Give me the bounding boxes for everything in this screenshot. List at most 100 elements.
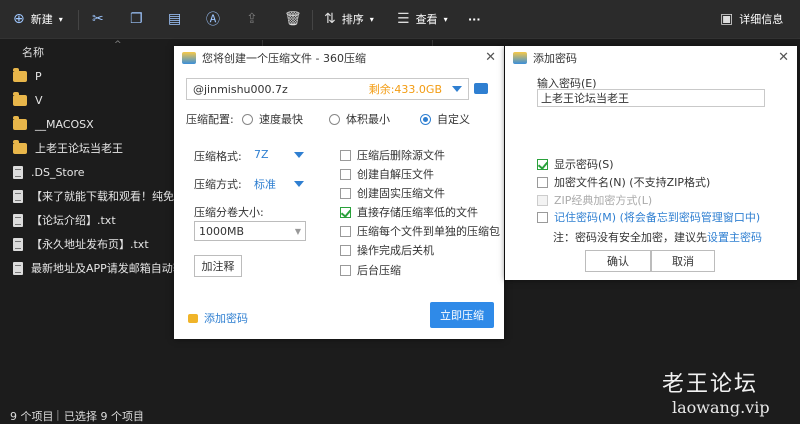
option-label: 直接存储压缩率低的文件: [357, 206, 478, 219]
encrypt-names-checkbox[interactable]: 加密文件名(N) (不支持ZIP格式): [537, 174, 710, 190]
option-label: 操作完成后关机: [357, 244, 434, 257]
file-name: .DS_Store: [31, 165, 85, 179]
chevron-down-icon: ▾: [443, 14, 448, 24]
app-icon: [182, 52, 196, 64]
file-name: 最新地址及APP请发邮箱自动获取: [31, 262, 180, 275]
file-icon: [13, 261, 23, 275]
file-row[interactable]: __MACOSX: [0, 112, 180, 136]
file-name: __MACOSX: [35, 117, 94, 131]
checkbox-icon: [340, 187, 351, 199]
remember-password-checkbox[interactable]: 记住密码(M) (将会备忘到密码管理窗口中): [537, 209, 760, 225]
file-name: 上老王论坛当老王: [35, 142, 123, 155]
sort-icon: ⇅: [324, 11, 336, 27]
sort-button[interactable]: ⇅ 排序 ▾: [324, 0, 374, 38]
archive-path-field[interactable]: @jinmishu000.7z 剩余:433.0GB: [186, 78, 469, 100]
split-size-combo[interactable]: 1000MB ▼: [194, 221, 306, 241]
compress-now-button[interactable]: 立即压缩: [430, 302, 494, 328]
file-row[interactable]: 【论坛介绍】.txt: [0, 208, 180, 232]
folder-icon: [13, 115, 27, 130]
view-label: 查看: [415, 13, 438, 26]
file-name: V: [35, 93, 43, 107]
lock-icon: [188, 313, 198, 323]
trash-icon: 🗑: [284, 11, 302, 27]
explorer-toolbar: ⊕ 新建 ▾ ✂ ❐ ▤ Ⓐ ⇪ 🗑 ⇅ 排序 ▾ ☰ 查看 ▾ ··· ▣ 详…: [0, 0, 800, 39]
chevron-down-icon: [294, 181, 304, 187]
selected-count: 已选择 9 个项目: [64, 410, 144, 423]
chevron-down-icon[interactable]: [452, 86, 462, 92]
more-icon: ···: [468, 12, 481, 26]
folder-icon: [13, 67, 27, 82]
file-row[interactable]: 最新地址及APP请发邮箱自动获取: [0, 256, 180, 280]
file-row[interactable]: P: [0, 64, 180, 88]
option-checkbox[interactable]: 创建自解压文件: [340, 166, 434, 182]
option-fastest[interactable]: 速度最快: [242, 111, 303, 127]
archive-path-value: @jinmishu000.7z: [193, 82, 288, 96]
method-label: 压缩方式:: [194, 178, 242, 191]
option-checkbox[interactable]: 压缩每个文件到单独的压缩包: [340, 223, 500, 239]
item-count: 9 个项目: [10, 410, 54, 423]
file-row[interactable]: 【永久地址发布页】.txt: [0, 232, 180, 256]
close-icon[interactable]: ✕: [778, 50, 789, 65]
details-button[interactable]: ▣ 详细信息: [720, 0, 783, 38]
ok-button[interactable]: 确认: [585, 250, 651, 272]
paste-icon: ▤: [168, 11, 182, 27]
copy-button[interactable]: ❐: [130, 0, 143, 38]
view-icon: ☰: [397, 11, 410, 27]
cancel-button[interactable]: 取消: [651, 250, 715, 272]
file-icon: [13, 213, 23, 227]
share-button[interactable]: ⇪: [246, 0, 258, 38]
option-custom[interactable]: 自定义: [420, 111, 470, 127]
format-label: 压缩格式:: [194, 150, 242, 163]
option-smallest[interactable]: 体积最小: [329, 111, 390, 127]
checkbox-icon: [340, 244, 351, 256]
file-row[interactable]: 上老王论坛当老王: [0, 136, 180, 160]
option-checkbox[interactable]: 创建固实压缩文件: [340, 185, 445, 201]
new-button[interactable]: ⊕ 新建 ▾: [13, 0, 63, 38]
option-checkbox[interactable]: 操作完成后关机: [340, 242, 434, 258]
folder-icon: [13, 91, 27, 106]
file-row[interactable]: .DS_Store: [0, 160, 180, 184]
delete-button[interactable]: 🗑: [284, 0, 302, 38]
view-button[interactable]: ☰ 查看 ▾: [397, 0, 448, 38]
password-dialog: 添加密码 ✕ 输入密码(E) 上老王论坛当老王 显示密码(S) 加密文件名(N)…: [505, 46, 797, 280]
file-icon: [13, 189, 23, 203]
watermark-title: 老王论坛: [662, 372, 759, 397]
dialog-title: 您将创建一个压缩文件 - 360压缩: [202, 52, 366, 65]
file-row[interactable]: V: [0, 88, 180, 112]
option-checkbox[interactable]: 后台压缩: [340, 262, 401, 278]
security-note: 注：密码没有安全加密，建议先设置主密码: [553, 231, 762, 244]
show-password-checkbox[interactable]: 显示密码(S): [537, 156, 614, 172]
chevron-down-icon: ▾: [369, 14, 374, 24]
compress-dialog-titlebar: 您将创建一个压缩文件 - 360压缩: [174, 46, 504, 70]
file-name: 【论坛介绍】.txt: [31, 214, 116, 227]
rename-button[interactable]: Ⓐ: [206, 0, 220, 38]
format-select[interactable]: 7Z: [254, 148, 304, 161]
browse-folder-icon[interactable]: [474, 83, 488, 94]
compress-dialog: 您将创建一个压缩文件 - 360压缩 ✕ @jinmishu000.7z 剩余:…: [174, 46, 504, 339]
option-checkbox[interactable]: 压缩后删除源文件: [340, 147, 445, 163]
checkbox-icon: [340, 168, 351, 180]
more-button[interactable]: ···: [468, 0, 481, 38]
file-list: P V __MACOSX 上老王论坛当老王 .DS_Store 【来了就能下载和观看！纯免…: [0, 64, 180, 280]
plus-circle-icon: ⊕: [13, 11, 25, 27]
chevron-down-icon: ▼: [294, 226, 301, 236]
password-input[interactable]: 上老王论坛当老王: [537, 89, 765, 107]
add-password-link[interactable]: 添加密码: [188, 310, 248, 326]
dialog-title: 添加密码: [533, 52, 577, 65]
add-comment-button[interactable]: 加注释: [194, 255, 242, 277]
folder-icon: [13, 139, 27, 154]
cut-button[interactable]: ✂: [92, 0, 104, 38]
column-name[interactable]: 名称: [22, 44, 44, 60]
option-label: 压缩每个文件到单独的压缩包: [357, 225, 500, 238]
split-label: 压缩分卷大小:: [194, 206, 264, 219]
file-row[interactable]: 【来了就能下载和观看！纯免费！: [0, 184, 180, 208]
close-icon[interactable]: ✕: [485, 50, 496, 65]
method-select[interactable]: 标准: [254, 176, 304, 192]
file-name: 【永久地址发布页】.txt: [31, 238, 149, 251]
set-master-password-link[interactable]: 设置主密码: [707, 231, 762, 244]
sort-arrow-icon: ^: [114, 40, 122, 50]
share-icon: ⇪: [246, 11, 258, 27]
option-label: 压缩后删除源文件: [357, 149, 445, 162]
paste-button[interactable]: ▤: [168, 0, 181, 38]
option-checkbox[interactable]: 直接存储压缩率低的文件: [340, 204, 478, 220]
